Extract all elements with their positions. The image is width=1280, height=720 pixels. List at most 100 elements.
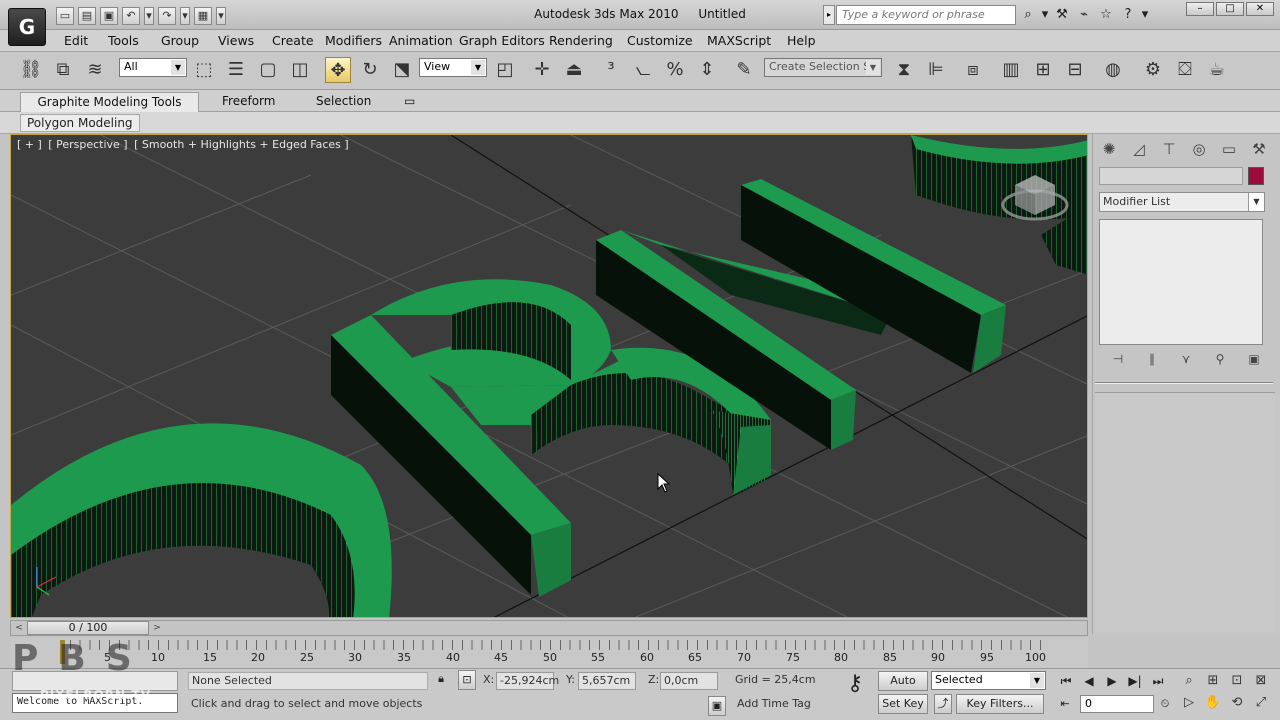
pan-view-icon[interactable]: ✋ xyxy=(1204,694,1222,712)
rendered-frame-window-icon[interactable]: ⛋ xyxy=(1172,57,1198,83)
render-production-icon[interactable]: ☕ xyxy=(1204,57,1230,83)
material-editor-icon[interactable]: ◍ xyxy=(1100,57,1126,83)
percent-snap-icon[interactable]: % xyxy=(662,57,688,83)
default-tangent-icon[interactable]: ⤴ xyxy=(934,694,952,714)
minimize-icon[interactable]: – xyxy=(1186,2,1214,16)
select-and-link-icon[interactable]: ⛓ xyxy=(18,57,44,83)
play-icon[interactable]: ▶ xyxy=(1102,672,1122,690)
zoom-icon[interactable]: ⌕ xyxy=(1180,672,1198,690)
time-slider[interactable]: < 0 / 100 > xyxy=(10,620,1088,636)
viewport-shading-menu[interactable]: [ Smooth + Highlights + Edged Faces ] xyxy=(134,138,349,151)
window-crossing-icon[interactable]: ◫ xyxy=(287,57,313,83)
menu-customize[interactable]: Customize xyxy=(627,33,693,48)
menu-tools[interactable]: Tools xyxy=(108,33,139,48)
rollout-area[interactable] xyxy=(1095,392,1275,632)
menu-animation[interactable]: Animation xyxy=(389,33,453,48)
selection-filter-dropdown[interactable]: All ▼ xyxy=(119,58,187,77)
time-configuration-icon[interactable]: ⏲ xyxy=(1156,695,1174,715)
search-input[interactable]: Type a keyword or phrase xyxy=(836,5,1016,25)
menu-views[interactable]: Views xyxy=(218,33,254,48)
time-tag-icon[interactable]: ▣ xyxy=(708,696,726,716)
create-tab-icon[interactable]: ✺ xyxy=(1097,138,1121,160)
modifier-list-dropdown[interactable]: Modifier List ▼ xyxy=(1099,192,1265,212)
snaps-toggle-icon[interactable]: ³ xyxy=(598,57,624,83)
layer-manager-icon[interactable]: ⧈ xyxy=(960,57,986,83)
maximize-viewport-icon[interactable]: ⤢ xyxy=(1252,694,1270,712)
make-unique-icon[interactable]: ⋎ xyxy=(1175,352,1197,370)
dropdown-icon[interactable]: ▾ xyxy=(1041,6,1049,24)
selection-lock-icon[interactable]: 🔒︎ xyxy=(432,670,450,690)
time-slider-prev-icon[interactable]: < xyxy=(11,621,27,635)
ribbon-minimize-icon[interactable]: ▭ xyxy=(404,92,422,112)
spinner-snap-icon[interactable]: ⇕ xyxy=(694,57,720,83)
current-frame-field[interactable]: 0 xyxy=(1080,695,1154,713)
menu-help[interactable]: Help xyxy=(787,33,816,48)
menu-create[interactable]: Create xyxy=(272,33,314,48)
rectangular-selection-icon[interactable]: ▢ xyxy=(255,57,281,83)
go-to-start-icon[interactable]: ⏮ xyxy=(1056,672,1076,690)
unlink-icon[interactable]: ⧉ xyxy=(50,57,76,83)
graphite-toggle-icon[interactable]: ▥ xyxy=(998,57,1024,83)
close-icon[interactable]: ✕ xyxy=(1246,2,1274,16)
help-dropdown-icon[interactable]: ▾ xyxy=(1141,6,1149,24)
tab-freeform[interactable]: Freeform xyxy=(214,92,283,112)
polygon-modeling-panel[interactable]: Polygon Modeling xyxy=(20,114,140,132)
select-object-icon[interactable]: ⬚ xyxy=(191,57,217,83)
pivot-center-icon[interactable]: ◰ xyxy=(492,57,518,83)
auto-key-button[interactable]: Auto Key xyxy=(878,671,928,705)
tab-graphite-modeling-tools[interactable]: Graphite Modeling Tools xyxy=(20,92,199,112)
select-and-move-icon[interactable]: ✥ xyxy=(325,57,351,83)
time-slider-thumb[interactable]: 0 / 100 xyxy=(27,621,149,635)
key-filters-button[interactable]: Key Filters... xyxy=(956,694,1044,714)
viewport-pov-menu[interactable]: [ Perspective ] xyxy=(48,138,127,151)
angle-snap-icon[interactable]: ⦦ xyxy=(630,57,656,83)
pin-stack-icon[interactable]: ⊣ xyxy=(1107,352,1129,370)
previous-frame-icon[interactable]: ◀ xyxy=(1079,672,1099,690)
absolute-mode-icon[interactable]: ⊡ xyxy=(458,670,476,690)
align-icon[interactable]: ⊫ xyxy=(923,57,949,83)
field-of-view-icon[interactable]: ▷ xyxy=(1180,694,1198,712)
select-and-scale-icon[interactable]: ⬔ xyxy=(389,57,415,83)
binoculars-icon[interactable]: ⌕ xyxy=(1019,6,1037,24)
zoom-all-icon[interactable]: ⊞ xyxy=(1204,672,1222,690)
go-to-end-icon[interactable]: ⏭ xyxy=(1148,672,1168,690)
zoom-extents-all-icon[interactable]: ⊠ xyxy=(1252,672,1270,690)
edit-named-selection-icon[interactable]: ✎ xyxy=(731,57,757,83)
orbit-icon[interactable]: ⟲ xyxy=(1228,694,1246,712)
modify-tab-icon[interactable]: ◿ xyxy=(1127,138,1151,160)
keyboard-shortcut-override-icon[interactable]: ⏏ xyxy=(561,57,587,83)
subscription-icon[interactable]: ⚒ xyxy=(1053,6,1071,24)
menu-maxscript[interactable]: MAXScript xyxy=(707,33,771,48)
y-coordinate[interactable]: 5,657cm xyxy=(578,672,636,690)
object-name-field[interactable] xyxy=(1099,167,1243,185)
utilities-tab-icon[interactable]: ⚒ xyxy=(1247,138,1271,160)
next-frame-icon[interactable]: ▶| xyxy=(1125,672,1145,690)
menu-modifiers[interactable]: Modifiers xyxy=(325,33,382,48)
render-setup-icon[interactable]: ⚙ xyxy=(1140,57,1166,83)
menu-graph-editors[interactable]: Graph Editors xyxy=(459,33,545,48)
set-key-button[interactable]: Set Key xyxy=(878,694,928,714)
select-and-manipulate-icon[interactable]: ✛ xyxy=(529,57,555,83)
x-coordinate[interactable]: -25,924cm xyxy=(496,672,559,690)
maximize-icon[interactable]: □ xyxy=(1216,2,1244,16)
motion-tab-icon[interactable]: ◎ xyxy=(1187,138,1211,160)
zoom-extents-icon[interactable]: ⊡ xyxy=(1228,672,1246,690)
key-mode-toggle-icon[interactable]: ⇤ xyxy=(1056,695,1074,715)
perspective-viewport[interactable]: [ + ] [ Perspective ] [ Smooth + Highlig… xyxy=(10,134,1088,618)
schematic-view-icon[interactable]: ⊟ xyxy=(1062,57,1088,83)
set-key-icon[interactable]: ⚷ xyxy=(838,673,872,707)
search-expand-icon[interactable]: ▸ xyxy=(823,5,835,25)
display-tab-icon[interactable]: ▭ xyxy=(1217,138,1241,160)
menu-group[interactable]: Group xyxy=(161,33,199,48)
named-selection-sets-input[interactable]: Create Selection Se ▼ xyxy=(764,58,882,77)
bind-space-warp-icon[interactable]: ≋ xyxy=(82,57,108,83)
key-selection-dropdown[interactable]: Selected ▼ xyxy=(931,671,1046,690)
add-time-tag[interactable]: Add Time Tag xyxy=(734,696,834,714)
reference-coordinate-dropdown[interactable]: View ▼ xyxy=(419,58,487,77)
object-color-swatch[interactable] xyxy=(1248,167,1264,185)
remove-modifier-icon[interactable]: ⚲ xyxy=(1209,352,1231,370)
select-by-name-icon[interactable]: ☰ xyxy=(223,57,249,83)
select-and-rotate-icon[interactable]: ↻ xyxy=(357,57,383,83)
hierarchy-tab-icon[interactable]: ⊤ xyxy=(1157,138,1181,160)
communication-icon[interactable]: ⌁ xyxy=(1075,6,1093,24)
